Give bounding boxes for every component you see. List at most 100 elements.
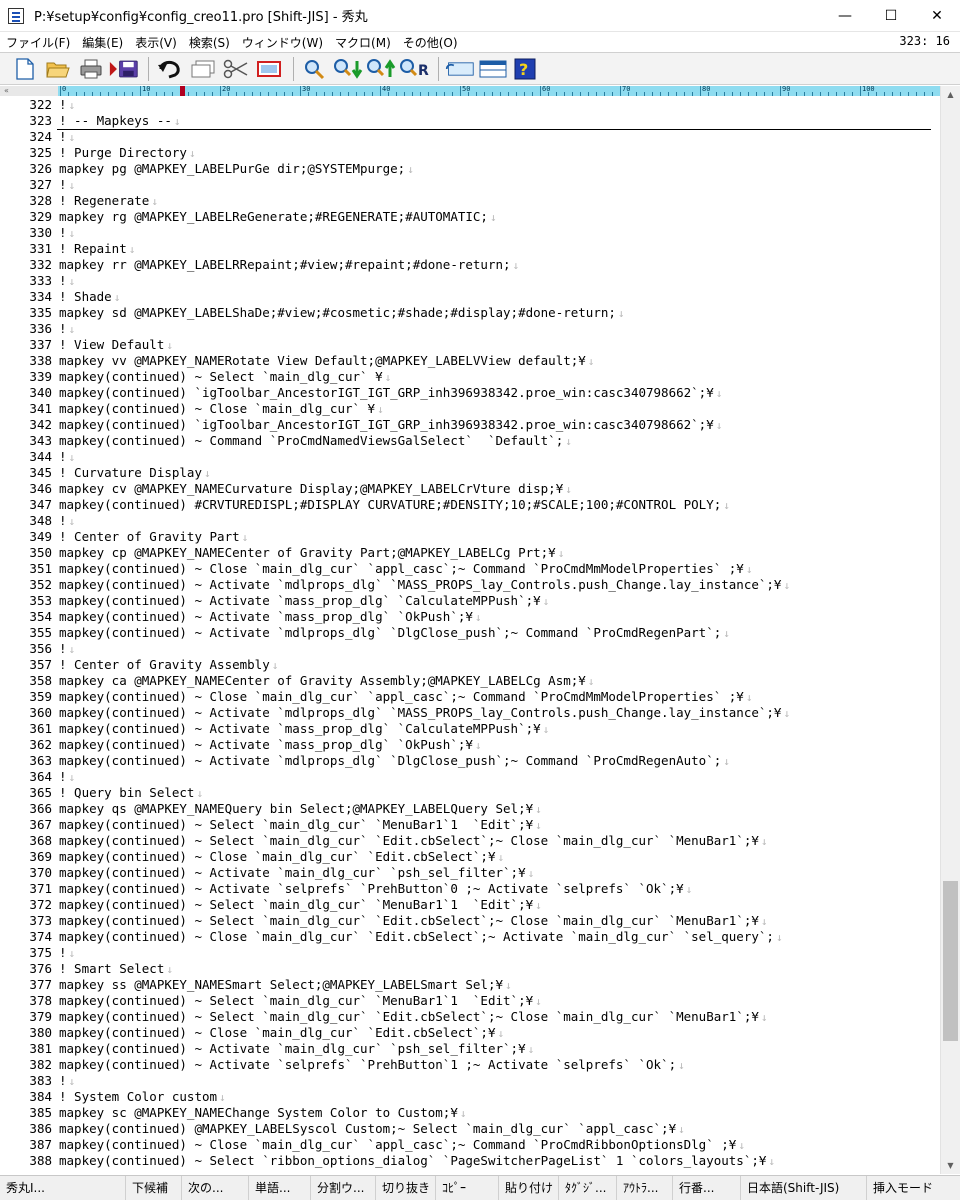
editor-line[interactable]: 334 ! Shade ↓ [0, 289, 940, 305]
status-next[interactable]: 次の... [182, 1175, 249, 1200]
editor-line[interactable]: 329 mapkey rg @MAPKEY_LABELReGenerate;#RE… [0, 209, 940, 225]
editor-line[interactable]: 331 ! Repaint ↓ [0, 241, 940, 257]
menu-view[interactable]: 表示(V) [127, 34, 181, 51]
editor-line[interactable]: 351 mapkey(continued) ~ Close `main_dlg_c… [0, 561, 940, 577]
status-tag-jump[interactable]: ﾀｸﾞｼﾞ... [559, 1175, 617, 1200]
editor-line[interactable]: 335 mapkey sd @MAPKEY_LABELShaDe;#view;#c… [0, 305, 940, 321]
status-paste[interactable]: 貼り付け [499, 1175, 559, 1200]
replace-icon[interactable]: R [399, 55, 429, 83]
editor-line[interactable]: 377 mapkey ss @MAPKEY_NAMESmart Select;@M… [0, 977, 940, 993]
editor-line[interactable]: 380 mapkey(continued) ~ Close `main_dlg_c… [0, 1025, 940, 1041]
editor-line[interactable]: 357 ! Center of Gravity Assembly ↓ [0, 657, 940, 673]
editor-line[interactable]: 355 mapkey(continued) ~ Activate `mdlprop… [0, 625, 940, 641]
editor-line[interactable]: 340 mapkey(continued) `igToolbar_Ancestor… [0, 385, 940, 401]
status-hidemaru[interactable]: 秀丸I... [0, 1175, 126, 1200]
editor-line[interactable]: 341 mapkey(continued) ~ Close `main_dlg_c… [0, 401, 940, 417]
editor-line[interactable]: 325 ! Purge Directory ↓ [0, 145, 940, 161]
editor-line[interactable]: 336! ↓ [0, 321, 940, 337]
editor-line[interactable]: 363 mapkey(continued) ~ Activate `mdlprop… [0, 753, 940, 769]
editor-line[interactable]: 358 mapkey ca @MAPKEY_NAMECenter of Gravi… [0, 673, 940, 689]
editor-line[interactable]: 387 mapkey(continued) ~ Close `main_dlg_c… [0, 1137, 940, 1153]
window-switch-icon[interactable] [445, 55, 475, 83]
maximize-button[interactable]: ☐ [868, 0, 914, 32]
editor-line[interactable]: 330! ↓ [0, 225, 940, 241]
search-down-icon[interactable] [333, 55, 363, 83]
editor-line[interactable]: 374 mapkey(continued) ~ Close `main_dlg_c… [0, 929, 940, 945]
editor-line[interactable]: 382 mapkey(continued) ~ Activate `selpref… [0, 1057, 940, 1073]
window-split-icon[interactable] [478, 55, 508, 83]
status-split-window[interactable]: 分割ウ... [311, 1175, 376, 1200]
editor-line[interactable]: 360 mapkey(continued) ~ Activate `mdlprop… [0, 705, 940, 721]
editor-line[interactable]: 339 mapkey(continued) ~ Select `main_dlg_… [0, 369, 940, 385]
editor-line[interactable]: 372 mapkey(continued) ~ Select `main_dlg_… [0, 897, 940, 913]
close-button[interactable]: ✕ [914, 0, 960, 32]
editor-line[interactable]: 370 mapkey(continued) ~ Activate `main_dl… [0, 865, 940, 881]
editor-line[interactable]: 373 mapkey(continued) ~ Select `main_dlg_… [0, 913, 940, 929]
minimize-button[interactable]: — [822, 0, 868, 32]
scrollbar-thumb[interactable] [943, 881, 958, 1041]
editor-line[interactable]: 345 ! Curvature Display ↓ [0, 465, 940, 481]
open-folder-icon[interactable] [43, 55, 73, 83]
editor-line[interactable]: 324! ↓ [0, 129, 940, 145]
editor-line[interactable]: 385 mapkey sc @MAPKEY_NAMEChange System C… [0, 1105, 940, 1121]
editor-line[interactable]: 378 mapkey(continued) ~ Select `main_dlg_… [0, 993, 940, 1009]
editor-line[interactable]: 337 ! View Default ↓ [0, 337, 940, 353]
editor-line[interactable]: 332 mapkey rr @MAPKEY_LABELRRepaint;#view… [0, 257, 940, 273]
status-outline[interactable]: ｱｳﾄﾗ... [617, 1175, 673, 1200]
app-icon[interactable] [8, 7, 24, 24]
editor-line[interactable]: 333! ↓ [0, 273, 940, 289]
editor-line[interactable]: 356! ↓ [0, 641, 940, 657]
editor-line[interactable]: 369 mapkey(continued) ~ Close `main_dlg_c… [0, 849, 940, 865]
vertical-scrollbar[interactable]: ▲ ▼ [940, 86, 960, 1174]
paste-icon[interactable] [254, 55, 284, 83]
editor-line[interactable]: 381 mapkey(continued) ~ Activate `main_dl… [0, 1041, 940, 1057]
menu-other[interactable]: その他(O) [395, 34, 462, 51]
status-word[interactable]: 単語... [249, 1175, 311, 1200]
scroll-up-arrow-icon[interactable]: ▲ [941, 86, 960, 103]
editor-line[interactable]: 352 mapkey(continued) ~ Activate `mdlprop… [0, 577, 940, 593]
editor-line[interactable]: 379 mapkey(continued) ~ Select `main_dlg_… [0, 1009, 940, 1025]
editor-line[interactable]: 347 mapkey(continued) #CRVTUREDISPL;#DISP… [0, 497, 940, 513]
editor-line[interactable]: 375! ↓ [0, 945, 940, 961]
editor-line[interactable]: 368 mapkey(continued) ~ Select `main_dlg_… [0, 833, 940, 849]
editor-line[interactable]: 359 mapkey(continued) ~ Close `main_dlg_c… [0, 689, 940, 705]
editor-line[interactable]: 328 ! Regenerate ↓ [0, 193, 940, 209]
editor-line[interactable]: 383! ↓ [0, 1073, 940, 1089]
editor-line[interactable]: 386 mapkey(continued) @MAPKEY_LABELSyscol… [0, 1121, 940, 1137]
editor-line[interactable]: 367 mapkey(continued) ~ Select `main_dlg_… [0, 817, 940, 833]
menu-macro[interactable]: マクロ(M) [327, 34, 395, 51]
undo-icon[interactable] [155, 55, 185, 83]
help-icon[interactable]: ? [511, 55, 541, 83]
editor-line[interactable]: 365 ! Query bin Select ↓ [0, 785, 940, 801]
editor-line[interactable]: 353 mapkey(continued) ~ Activate `mass_pr… [0, 593, 940, 609]
editor-line[interactable]: 364! ↓ [0, 769, 940, 785]
menu-search[interactable]: 検索(S) [181, 34, 234, 51]
status-next-candidate[interactable]: 下候補 [126, 1175, 182, 1200]
editor-line[interactable]: 343 mapkey(continued) ~ Command `ProCmdNa… [0, 433, 940, 449]
editor-line[interactable]: 354 mapkey(continued) ~ Activate `mass_pr… [0, 609, 940, 625]
editor-line[interactable]: 322! ↓ [0, 97, 940, 113]
search-up-icon[interactable] [366, 55, 396, 83]
menu-edit[interactable]: 編集(E) [74, 34, 127, 51]
editor-line[interactable]: 371 mapkey(continued) ~ Activate `selpref… [0, 881, 940, 897]
cut-icon[interactable] [221, 55, 251, 83]
copy-icon[interactable] [188, 55, 218, 83]
status-encoding[interactable]: 日本語(Shift-JIS) [741, 1175, 867, 1200]
editor-line[interactable]: 384 ! System Color custom ↓ [0, 1089, 940, 1105]
menu-window[interactable]: ウィンドウ(W) [234, 34, 327, 51]
status-line-number[interactable]: 行番... [673, 1175, 741, 1200]
editor-line[interactable]: 323 ! -- Mapkeys -- ↓ [0, 113, 940, 129]
save-icon[interactable] [109, 55, 139, 83]
editor-line[interactable]: 326 mapkey pg @MAPKEY_LABELPurGe dir;@SYS… [0, 161, 940, 177]
editor-line[interactable]: 350 mapkey cp @MAPKEY_NAMECenter of Gravi… [0, 545, 940, 561]
editor-line[interactable]: 344! ↓ [0, 449, 940, 465]
editor-line[interactable]: 366 mapkey qs @MAPKEY_NAMEQuery bin Selec… [0, 801, 940, 817]
editor-line[interactable]: 346 mapkey cv @MAPKEY_NAMECurvature Displ… [0, 481, 940, 497]
print-icon[interactable] [76, 55, 106, 83]
editor-line[interactable]: 348! ↓ [0, 513, 940, 529]
editor-line[interactable]: 388 mapkey(continued) ~ Select `ribbon_op… [0, 1153, 940, 1169]
status-insert-mode[interactable]: 挿入モード [867, 1176, 955, 1200]
editor-line[interactable]: 349 ! Center of Gravity Part ↓ [0, 529, 940, 545]
editor-line[interactable]: 362 mapkey(continued) ~ Activate `mass_pr… [0, 737, 940, 753]
editor-line[interactable]: 361 mapkey(continued) ~ Activate `mass_pr… [0, 721, 940, 737]
